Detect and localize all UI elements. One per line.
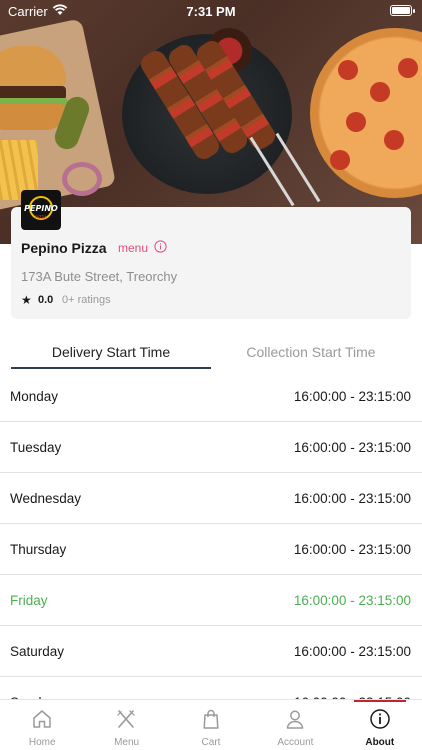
schedule-row-wednesday: Wednesday 16:00:00 - 23:15:00 (0, 473, 422, 524)
opening-hours-list: Monday 16:00:00 - 23:15:00 Tuesday 16:00… (0, 371, 422, 728)
restaurant-address: 173A Bute Street, Treorchy (21, 269, 178, 284)
burger-bun-bottom (0, 104, 66, 130)
fork-knife-icon (117, 710, 136, 728)
pepperoni (384, 130, 404, 150)
day-label: Tuesday (10, 440, 62, 455)
nav-home[interactable]: Home (0, 700, 84, 750)
schedule-row-friday: Friday 16:00:00 - 23:15:00 (0, 575, 422, 626)
schedule-row-monday: Monday 16:00:00 - 23:15:00 (0, 371, 422, 422)
bottom-tab-bar: Home Menu Cart Account About (0, 699, 422, 750)
nav-home-label: Home (28, 737, 56, 748)
info-icon[interactable] (154, 240, 167, 253)
home-icon (33, 710, 51, 728)
clock-time: 7:31 PM (186, 4, 236, 19)
schedule-tabs: Delivery Start Time Collection Start Tim… (0, 335, 422, 369)
ratings-count: 0+ ratings (62, 294, 111, 306)
day-label: Monday (10, 389, 59, 404)
logo-subtext: PIZZA (35, 215, 47, 220)
restaurant-logo: PEPINO PIZZA (21, 190, 61, 230)
user-icon (286, 710, 304, 729)
tab-delivery-start-time[interactable]: Delivery Start Time (11, 335, 211, 369)
nav-cart-label: Cart (201, 737, 221, 748)
status-bar: Carrier 7:31 PM (0, 0, 422, 22)
hours-value: 16:00:00 - 23:15:00 (293, 389, 411, 404)
logo-text: PEPINO (24, 204, 58, 213)
schedule-row-tuesday: Tuesday 16:00:00 - 23:15:00 (0, 422, 422, 473)
hours-value: 16:00:00 - 23:15:00 (293, 491, 411, 506)
menu-link[interactable]: menu (118, 241, 148, 255)
nav-account-label: Account (277, 737, 314, 748)
tab-collection-start-time[interactable]: Collection Start Time (211, 335, 411, 369)
day-label: Friday (10, 593, 48, 608)
star-icon: ★ (21, 293, 32, 307)
nav-menu-label: Menu (114, 737, 140, 748)
restaurant-name: Pepino Pizza (21, 240, 107, 256)
nav-about-label: About (365, 737, 395, 748)
day-label: Saturday (10, 644, 65, 659)
pepperoni (338, 60, 358, 80)
nav-account[interactable]: Account (253, 700, 337, 750)
nav-about[interactable]: About (338, 700, 422, 750)
nav-menu[interactable]: Menu (84, 700, 168, 750)
day-label: Thursday (10, 542, 67, 557)
hours-value: 16:00:00 - 23:15:00 (293, 644, 411, 659)
schedule-row-saturday: Saturday 16:00:00 - 23:15:00 (0, 626, 422, 677)
hours-value: 16:00:00 - 23:15:00 (293, 440, 411, 455)
hours-value: 16:00:00 - 23:15:00 (293, 542, 411, 557)
day-label: Wednesday (10, 491, 82, 506)
shopping-bag-icon (203, 709, 219, 729)
restaurant-info-card: PEPINO PIZZA Pepino Pizza menu 173A Bute… (11, 190, 411, 319)
pepperoni (330, 150, 350, 170)
pepperoni (398, 58, 418, 78)
nav-cart[interactable]: Cart (169, 700, 253, 750)
pepperoni (370, 82, 390, 102)
schedule-row-thursday: Thursday 16:00:00 - 23:15:00 (0, 524, 422, 575)
rating-value: 0.0 (38, 294, 54, 306)
battery-icon (390, 5, 415, 16)
pepperoni (346, 112, 366, 132)
pizza (310, 28, 422, 198)
info-icon (369, 709, 390, 729)
hours-value: 16:00:00 - 23:15:00 (293, 593, 411, 608)
onion-ring (62, 162, 102, 196)
